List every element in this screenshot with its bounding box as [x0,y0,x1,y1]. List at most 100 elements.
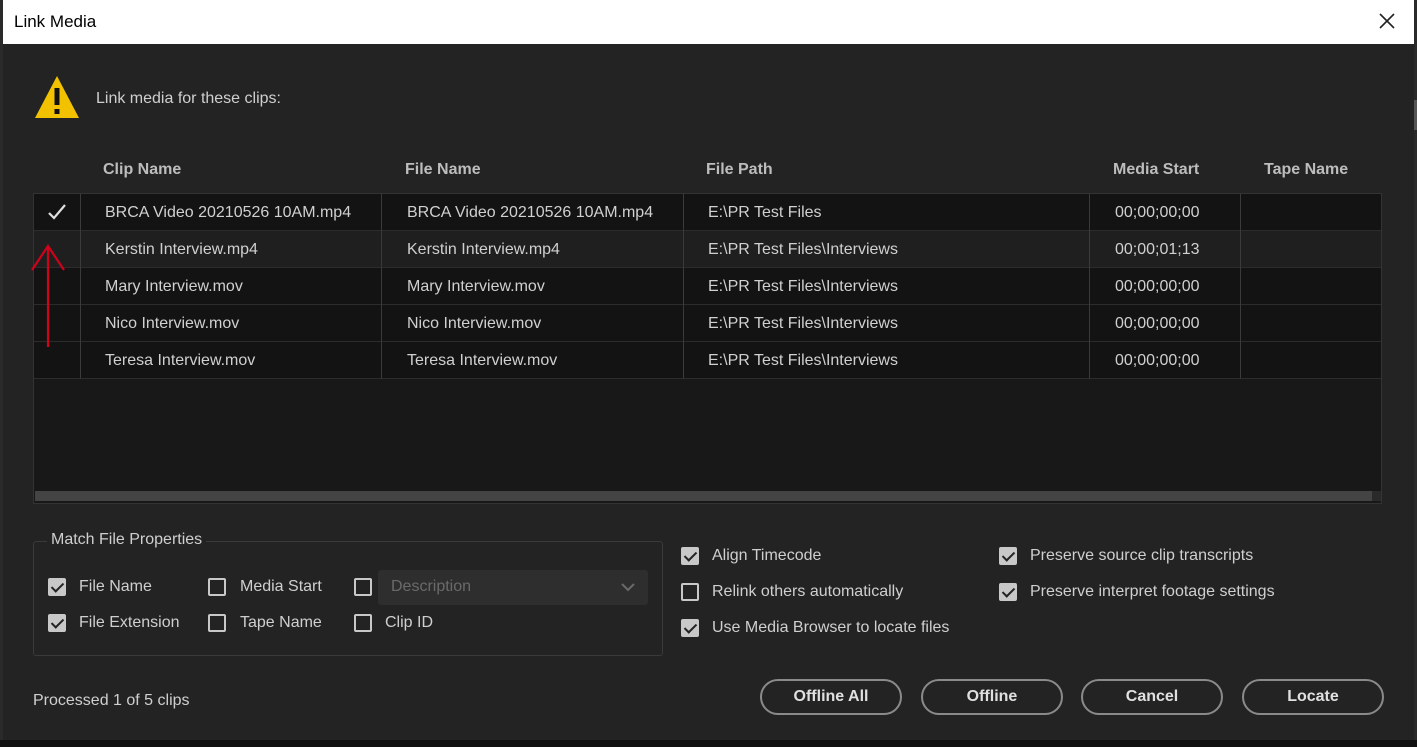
table-row[interactable]: BRCA Video 20210526 10AM.mp4 BRCA Video … [34,194,1381,231]
tape-name-cell [1254,231,1374,268]
column-divider [1240,342,1241,379]
clip-name-cell: Mary Interview.mov [105,278,243,295]
preserve-interpret-checkbox[interactable] [999,583,1017,601]
file-path-cell: E:\PR Test Files\Interviews [708,315,898,332]
link-media-dialog: Link media for these clips: Clip Name Fi… [3,44,1414,747]
relink-others-checkbox[interactable] [681,583,699,601]
column-divider [1089,342,1090,379]
window-bottom-edge [0,740,1417,747]
clip-name-cell: Teresa Interview.mov [105,352,256,369]
media-start-cell: 00;00;00;00 [1115,278,1200,295]
column-divider [1240,268,1241,305]
file-name-cell: BRCA Video 20210526 10AM.mp4 [407,204,654,221]
clip-name-cell: BRCA Video 20210526 10AM.mp4 [105,204,352,221]
row-check-cell[interactable] [34,194,80,231]
warning-icon [35,76,79,118]
tape-name-cell [1254,305,1374,342]
align-timecode-checkbox[interactable] [681,547,699,565]
clip-name-cell: Kerstin Interview.mp4 [105,241,258,258]
column-divider [381,194,382,231]
description-checkbox[interactable] [354,578,372,596]
column-header-tape-name[interactable]: Tape Name [1264,161,1348,179]
column-header-clip-name[interactable]: Clip Name [103,161,181,179]
window-title: Link Media [14,12,97,31]
column-divider [683,305,684,342]
status-text: Processed 1 of 5 clips [33,692,190,709]
annotation-arrow-icon [31,244,65,347]
column-divider [1089,231,1090,268]
media-start-cell: 00;00;00;00 [1115,204,1200,221]
file-name-cell: Nico Interview.mov [407,315,542,332]
close-icon[interactable] [1374,8,1400,34]
title-bar: Link Media [3,0,1414,44]
column-header-file-path[interactable]: File Path [706,161,773,179]
file-extension-checkbox[interactable] [48,614,66,632]
media-start-cell: 00;00;01;13 [1115,241,1200,258]
column-divider [80,305,81,342]
offline-all-button[interactable]: Offline All [760,679,902,715]
media-start-checkbox[interactable] [208,578,226,596]
file-name-checkbox[interactable] [48,578,66,596]
column-divider [381,231,382,268]
table-row[interactable]: Kerstin Interview.mp4 Kerstin Interview.… [34,231,1381,268]
use-media-browser-checkbox[interactable] [681,619,699,637]
column-divider [1240,305,1241,342]
column-divider [683,268,684,305]
media-start-cell: 00;00;00;00 [1115,315,1200,332]
use-media-browser-label: Use Media Browser to locate files [712,619,950,636]
table-row[interactable]: Mary Interview.mov Mary Interview.mov E:… [34,268,1381,305]
clip-table: BRCA Video 20210526 10AM.mp4 BRCA Video … [33,193,1382,504]
column-divider [80,268,81,305]
column-divider [381,268,382,305]
column-header-file-name[interactable]: File Name [405,161,481,179]
column-divider [1089,305,1090,342]
column-divider [381,342,382,379]
locate-button[interactable]: Locate [1242,679,1384,715]
chevron-down-icon [621,583,635,592]
description-dropdown-text: Description [391,578,472,595]
horizontal-scrollbar[interactable] [35,491,1372,501]
tape-name-cell [1254,342,1374,379]
file-name-cell: Mary Interview.mov [407,278,545,295]
column-header-media-start[interactable]: Media Start [1113,161,1199,179]
preserve-interpret-label: Preserve interpret footage settings [1030,583,1275,600]
file-path-cell: E:\PR Test Files\Interviews [708,241,898,258]
column-divider [1089,194,1090,231]
column-divider [80,342,81,379]
tape-name-checkbox[interactable] [208,614,226,632]
column-divider [80,231,81,268]
checkmark-icon [48,204,66,220]
scrollbar-corner [1372,491,1381,501]
column-divider [1240,231,1241,268]
file-name-cell: Kerstin Interview.mp4 [407,241,560,258]
column-divider [1240,194,1241,231]
clip-id-checkbox[interactable] [354,614,372,632]
match-file-properties-legend: Match File Properties [47,531,207,549]
column-divider [683,194,684,231]
tape-name-cell [1254,194,1374,231]
file-name-cell: Teresa Interview.mov [407,352,558,369]
offline-button[interactable]: Offline [921,679,1063,715]
align-timecode-label: Align Timecode [712,547,822,564]
header-message: Link media for these clips: [96,90,281,107]
file-name-label: File Name [79,578,152,595]
column-divider [381,305,382,342]
preserve-transcripts-checkbox[interactable] [999,547,1017,565]
relink-others-label: Relink others automatically [712,583,904,600]
clip-id-label: Clip ID [385,614,434,631]
table-row[interactable]: Nico Interview.mov Nico Interview.mov E:… [34,305,1381,342]
column-divider [683,342,684,379]
file-extension-label: File Extension [79,614,180,631]
tape-name-label: Tape Name [240,614,322,631]
file-path-cell: E:\PR Test Files\Interviews [708,278,898,295]
column-divider [80,194,81,231]
table-row[interactable]: Teresa Interview.mov Teresa Interview.mo… [34,342,1381,379]
tape-name-cell [1254,268,1374,305]
file-path-cell: E:\PR Test Files\Interviews [708,352,898,369]
preserve-transcripts-label: Preserve source clip transcripts [1030,547,1254,564]
media-start-cell: 00;00;00;00 [1115,352,1200,369]
media-start-label: Media Start [240,578,322,595]
description-dropdown[interactable]: Description [378,570,648,605]
column-divider [683,231,684,268]
cancel-button[interactable]: Cancel [1081,679,1223,715]
